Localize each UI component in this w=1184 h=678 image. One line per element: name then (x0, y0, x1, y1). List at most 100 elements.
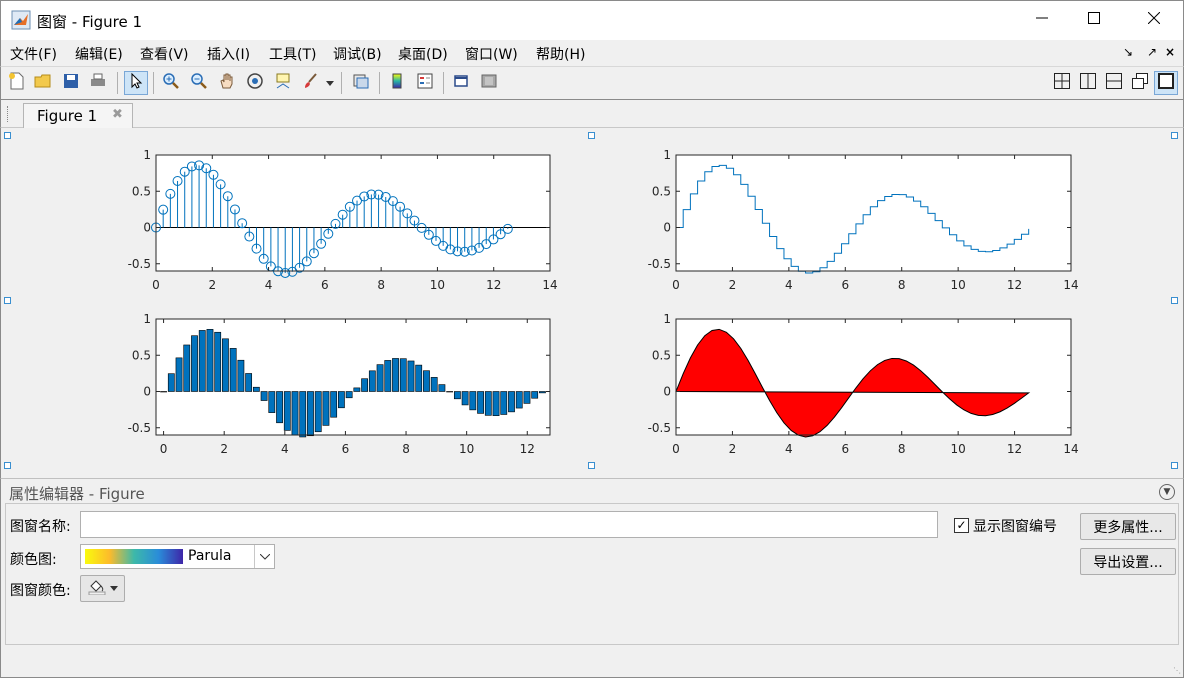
y-tick-label: -0.5 (128, 257, 151, 271)
figure-color-picker[interactable] (80, 575, 125, 602)
matlab-logo-icon (11, 10, 31, 30)
bar (384, 360, 392, 392)
dock-arrow-icon[interactable]: ↘ (1123, 45, 1133, 59)
tile-rows-button[interactable] (1102, 71, 1126, 95)
bar (160, 391, 167, 393)
menu-help[interactable]: 帮助(H) (536, 44, 585, 64)
x-tick-label: 8 (898, 278, 906, 292)
show-number-checkbox[interactable]: ✓ (954, 518, 969, 533)
menu-insert[interactable]: 插入(I) (207, 44, 250, 64)
maximize-button[interactable] (1071, 1, 1117, 39)
chevron-down-icon (326, 75, 334, 91)
figure-name-input[interactable] (80, 511, 938, 538)
select-button[interactable] (124, 71, 148, 95)
zoom-out-button[interactable] (187, 71, 211, 95)
bar (175, 357, 183, 392)
y-tick-label: 0.5 (652, 184, 671, 198)
x-tick-label: 12 (1007, 278, 1022, 292)
brush-button[interactable] (299, 71, 323, 95)
link-plot-icon (352, 72, 370, 94)
new-figure-button[interactable] (5, 71, 29, 95)
menu-desktop[interactable]: 桌面(D) (398, 44, 448, 64)
bar (399, 358, 407, 392)
open-file-button[interactable] (31, 71, 55, 95)
menu-file[interactable]: 文件(F) (10, 44, 57, 64)
pan-hand-icon (218, 72, 236, 94)
tile-columns-icon (1079, 72, 1097, 94)
close-tab-icon[interactable]: ✖ (112, 107, 123, 122)
float-button[interactable] (1128, 71, 1152, 95)
colorbar-button[interactable] (385, 71, 409, 95)
undock-arrow-icon[interactable]: ↗ (1147, 45, 1157, 59)
zoom-in-button[interactable] (159, 71, 183, 95)
close-button[interactable] (1131, 1, 1177, 39)
y-tick-label: -0.5 (128, 421, 151, 435)
save-button[interactable] (59, 71, 83, 95)
bar (523, 391, 531, 404)
brush-dropdown[interactable] (323, 71, 337, 95)
menu-debug[interactable]: 调试(B) (333, 44, 382, 64)
bar (461, 391, 469, 406)
brush-icon (302, 72, 320, 94)
legend-button[interactable] (413, 71, 437, 95)
figure-toolbar (0, 66, 1184, 100)
colormap-select[interactable]: Parula (80, 544, 275, 569)
link-plot-button[interactable] (349, 71, 373, 95)
bar (415, 364, 423, 392)
close-icon (1147, 11, 1161, 28)
menu-edit[interactable]: 编辑(E) (75, 44, 123, 64)
colormap-value: Parula (188, 548, 232, 564)
figure-name-label: 图窗名称: (10, 519, 71, 535)
menu-bar: 文件(F) 编辑(E) 查看(V) 插入(I) 工具(T) 调试(B) 桌面(D… (0, 40, 1184, 66)
data-cursor-button[interactable] (271, 71, 295, 95)
tile-columns-button[interactable] (1076, 71, 1100, 95)
toolbar-separator (117, 72, 118, 94)
more-properties-button[interactable]: 更多属性... (1080, 513, 1176, 540)
x-tick-label: 10 (459, 442, 474, 456)
minimize-button[interactable] (1019, 1, 1065, 39)
figure-tab-strip: Figure 1 ✖ (0, 100, 1184, 129)
open-file-icon (34, 72, 52, 94)
menu-tools[interactable]: 工具(T) (269, 44, 316, 64)
x-tick-label: 8 (898, 442, 906, 456)
x-tick-label: 14 (1063, 442, 1078, 456)
tile-2x2-button[interactable] (1050, 71, 1074, 95)
show-plot-tools-button[interactable] (477, 71, 501, 95)
menu-view[interactable]: 查看(V) (140, 44, 189, 64)
rotate-button[interactable] (243, 71, 267, 95)
bar (198, 330, 206, 392)
tab-grip-icon (7, 106, 9, 122)
bar (423, 370, 430, 392)
colormap-preview (85, 549, 183, 564)
bar (330, 391, 338, 418)
x-tick-label: 10 (951, 442, 966, 456)
property-editor-title: 属性编辑器 - Figure (9, 485, 145, 503)
y-tick-label: 0 (143, 221, 151, 235)
bar (245, 373, 253, 392)
resize-grip-icon[interactable]: ⋱ (1173, 666, 1181, 675)
bar (469, 391, 477, 411)
subplot-grid: 0 2 4 6 8 10 12 1410.50-0.50 2 4 6 8 10 12 1410.50-0.5… (128, 148, 1079, 456)
chevron-down-icon[interactable] (254, 545, 274, 568)
y-tick-label: 0 (663, 221, 671, 235)
toolbar-separator (379, 72, 380, 94)
x-tick-label: 4 (785, 278, 793, 292)
maximize-tile-icon (1157, 72, 1175, 94)
legend-icon (416, 72, 434, 94)
minimize-icon (1036, 12, 1048, 28)
pan-button[interactable] (215, 71, 239, 95)
print-button[interactable] (86, 71, 110, 95)
bar (307, 391, 314, 437)
hide-plot-tools-button[interactable] (449, 71, 473, 95)
maximize-tile-button[interactable] (1154, 71, 1178, 95)
menu-window[interactable]: 窗口(W) (465, 44, 518, 64)
close-toolstrip-icon[interactable]: × (1165, 45, 1175, 59)
collapse-icon[interactable]: ▼ (1159, 484, 1175, 500)
export-settings-button[interactable]: 导出设置... (1080, 548, 1176, 575)
figure-canvas[interactable]: 0 2 4 6 8 10 12 14 1 0.5 0 -0.5 0 2 4 6 8 10 12 14 1 0.5 0 -0.5… (0, 128, 1184, 478)
x-tick-label: 12 (1007, 442, 1022, 456)
x-tick-label: 12 (520, 442, 535, 456)
x-tick-label: 4 (265, 278, 273, 292)
tab-figure-1[interactable]: Figure 1 ✖ (23, 103, 133, 129)
bar (299, 391, 307, 438)
